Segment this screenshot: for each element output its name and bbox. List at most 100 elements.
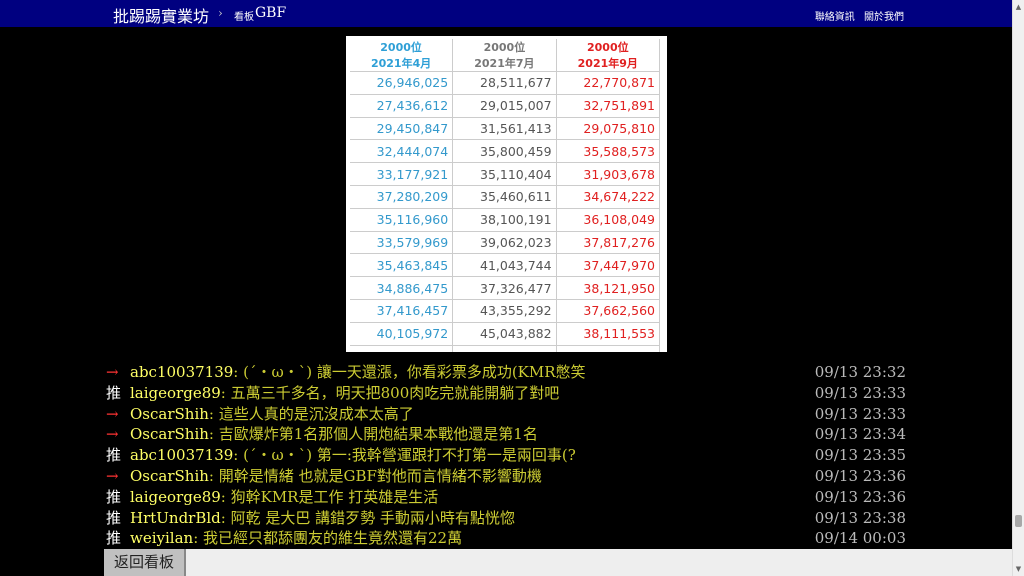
- top-links: 聯絡資訊 關於我們: [809, 8, 904, 23]
- table-cell: 38,111,553: [556, 322, 661, 346]
- table-cell: 27,436,612: [350, 94, 454, 118]
- push-tag: 推: [106, 508, 122, 527]
- push-content: : 這些人真的是沉沒成本太高了: [208, 404, 414, 423]
- table-cell: 22,770,871: [556, 71, 661, 95]
- table-header-cell: 2021年7月: [452, 55, 557, 72]
- table-cell: 29,015,007: [452, 94, 557, 118]
- table-cell: 41,006,071: [350, 345, 454, 352]
- table-cell: 35,460,611: [452, 185, 557, 209]
- push-row: 推 laigeorge89: 五萬三千多名，明天把800肉吃完就能開躺了對吧 09/…: [106, 383, 912, 404]
- scroll-up-icon[interactable]: ▲: [1013, 0, 1024, 14]
- push-time: 09/13 23:33: [814, 404, 906, 423]
- push-user: OscarShih: [130, 404, 209, 423]
- push-time: 09/13 23:35: [814, 446, 906, 465]
- table-header-cell: 2000位: [350, 39, 454, 55]
- breadcrumb-separator: ›: [218, 6, 223, 20]
- table-cell: 38,100,191: [452, 208, 557, 232]
- push-row: 推 HrtUndrBld: 阿乾 是大巴 講錯歹勢 手動兩小時有點恍惚 09/13 …: [106, 508, 912, 529]
- table-header-cell: 2000位: [452, 39, 557, 55]
- push-row: → OscarShih: 這些人真的是沉沒成本太高了 09/13 23:33: [106, 404, 912, 425]
- back-to-board-button[interactable]: 返回看板: [104, 549, 186, 576]
- push-tag: 推: [106, 383, 122, 402]
- push-user: OscarShih: [130, 466, 209, 485]
- push-row: → abc10037139: (´・ω・`) 讓一天還漲，你看彩票多成功(KMR憋…: [106, 362, 912, 383]
- embedded-image-table[interactable]: 2000位 2000位 2000位 2021年4月 2021年7月 2021年9…: [346, 36, 667, 352]
- table-cell: 37,447,970: [556, 253, 661, 278]
- table-header-cell: 2000位: [556, 39, 661, 55]
- push-user: laigeorge89: [130, 383, 221, 402]
- table-cell: 32,444,074: [350, 139, 454, 164]
- table-cell: 35,110,404: [452, 162, 557, 186]
- table-row: 33,177,921 35,110,404 31,903,678: [350, 162, 661, 186]
- push-row: 推 weiyilan: 我已經只都舔團友的維生竟然還有22萬 09/14 00:03: [106, 528, 912, 549]
- push-tag: 推: [106, 446, 122, 465]
- push-user: OscarShih: [130, 425, 209, 444]
- push-user: weiyilan: [130, 529, 194, 548]
- push-content: : 五萬三千多名，明天把800肉吃完就能開躺了對吧: [220, 383, 560, 402]
- site-title-link[interactable]: 批踢踢實業坊: [113, 3, 209, 27]
- table-cell: 40,105,972: [350, 322, 454, 346]
- table-cell: 37,280,209: [350, 185, 454, 209]
- push-content: : 我已經只都舔團友的維生竟然還有22萬: [193, 529, 463, 548]
- table-cell: 32,751,891: [556, 94, 661, 118]
- push-user: abc10037139: [130, 363, 234, 381]
- push-content: : 阿乾 是大巴 講錯歹勢 手動兩小時有點恍惚: [220, 508, 515, 527]
- table-cell: 37,817,276: [556, 231, 661, 255]
- bottom-bar-fill: [186, 549, 1012, 576]
- table-cell: 38,121,950: [556, 276, 661, 300]
- bottom-bar: 返回看板: [0, 549, 1012, 576]
- top-bar: 批踢踢實業坊 › 看板 GBF 聯絡資訊 關於我們: [0, 0, 1012, 27]
- vertical-scrollbar[interactable]: ▲ ▼: [1012, 0, 1024, 576]
- push-time: 09/14 00:03: [814, 529, 906, 548]
- table-cell: 35,116,960: [350, 208, 454, 232]
- table-cell: 33,177,921: [350, 162, 454, 186]
- table-row: 40,105,972 45,043,882 38,111,553: [350, 322, 661, 346]
- board-name-link[interactable]: GBF: [255, 5, 286, 21]
- scroll-down-icon[interactable]: ▼: [1013, 562, 1024, 576]
- table-cell: 39,062,023: [452, 231, 557, 255]
- push-content: : 吉歐爆炸第1名那個人開炮結果本戰他還是第1名: [208, 425, 538, 444]
- table-cell: 36,108,049: [556, 208, 661, 232]
- table-row: 37,280,209 35,460,611 34,674,222: [350, 185, 661, 209]
- push-content: : 狗幹KMR是工作 打英雄是生活: [220, 487, 439, 506]
- push-row: 推 laigeorge89: 狗幹KMR是工作 打英雄是生活 09/13 23:36: [106, 487, 912, 508]
- table-body: 26,946,025 28,511,677 22,770,871 27,436,612…: [350, 71, 661, 352]
- push-content: : (´・ω・`) 讓一天還漲，你看彩票多成功(KMR憋笑: [233, 363, 586, 381]
- push-user: HrtUndrBld: [130, 508, 221, 527]
- table-cell: 33,579,969: [350, 231, 454, 255]
- table-header-cell: 2021年4月: [350, 55, 454, 72]
- table-cell: 41,920,117: [556, 345, 661, 352]
- table-cell: 37,326,477: [452, 276, 557, 300]
- table-cell: 44,470,581: [452, 345, 557, 352]
- table-cell: 35,588,573: [556, 139, 661, 164]
- table-cell: 35,463,845: [350, 253, 454, 278]
- table-row: 33,579,969 39,062,023 37,817,276: [350, 231, 661, 255]
- about-link[interactable]: 關於我們: [864, 12, 904, 23]
- table-cell: 28,511,677: [452, 71, 557, 95]
- table-cell: 37,416,457: [350, 299, 454, 323]
- table-cell: 31,561,413: [452, 117, 557, 141]
- push-content: : (´・ω・`) 第一:我幹營運跟打不打第一是兩回事(?: [233, 446, 576, 465]
- push-time: 09/13 23:32: [814, 363, 906, 381]
- contact-link[interactable]: 聯絡資訊: [815, 12, 855, 23]
- table-cell: 37,662,560: [556, 299, 661, 323]
- push-row: → OscarShih: 吉歐爆炸第1名那個人開炮結果本戰他還是第1名 09/13 …: [106, 424, 912, 445]
- push-tag: 推: [106, 487, 122, 506]
- table-cell: 31,903,678: [556, 162, 661, 186]
- push-tag: →: [106, 425, 119, 444]
- push-tag: →: [106, 404, 119, 423]
- push-tag: →: [106, 363, 119, 381]
- scroll-thumb[interactable]: [1015, 515, 1022, 527]
- push-time: 09/13 23:38: [814, 508, 906, 527]
- table-row: 37,416,457 43,355,292 37,662,560: [350, 299, 661, 323]
- push-time: 09/13 23:36: [814, 466, 906, 485]
- push-time: 09/13 23:33: [814, 383, 906, 402]
- table-cell: 29,450,847: [350, 117, 454, 141]
- push-row: → OscarShih: 開幹是情緒 也就是GBF對他而言情緒不影響動機 09/13…: [106, 466, 912, 487]
- push-user: laigeorge89: [130, 487, 221, 506]
- push-content: : 開幹是情緒 也就是GBF對他而言情緒不影響動機: [208, 466, 542, 485]
- table-row: 32,444,074 35,800,459 35,588,573: [350, 139, 661, 164]
- table-cell: 43,355,292: [452, 299, 557, 323]
- board-label: 看板: [234, 12, 254, 23]
- rank-table: 2000位 2000位 2000位 2021年4月 2021年7月 2021年9…: [350, 39, 661, 352]
